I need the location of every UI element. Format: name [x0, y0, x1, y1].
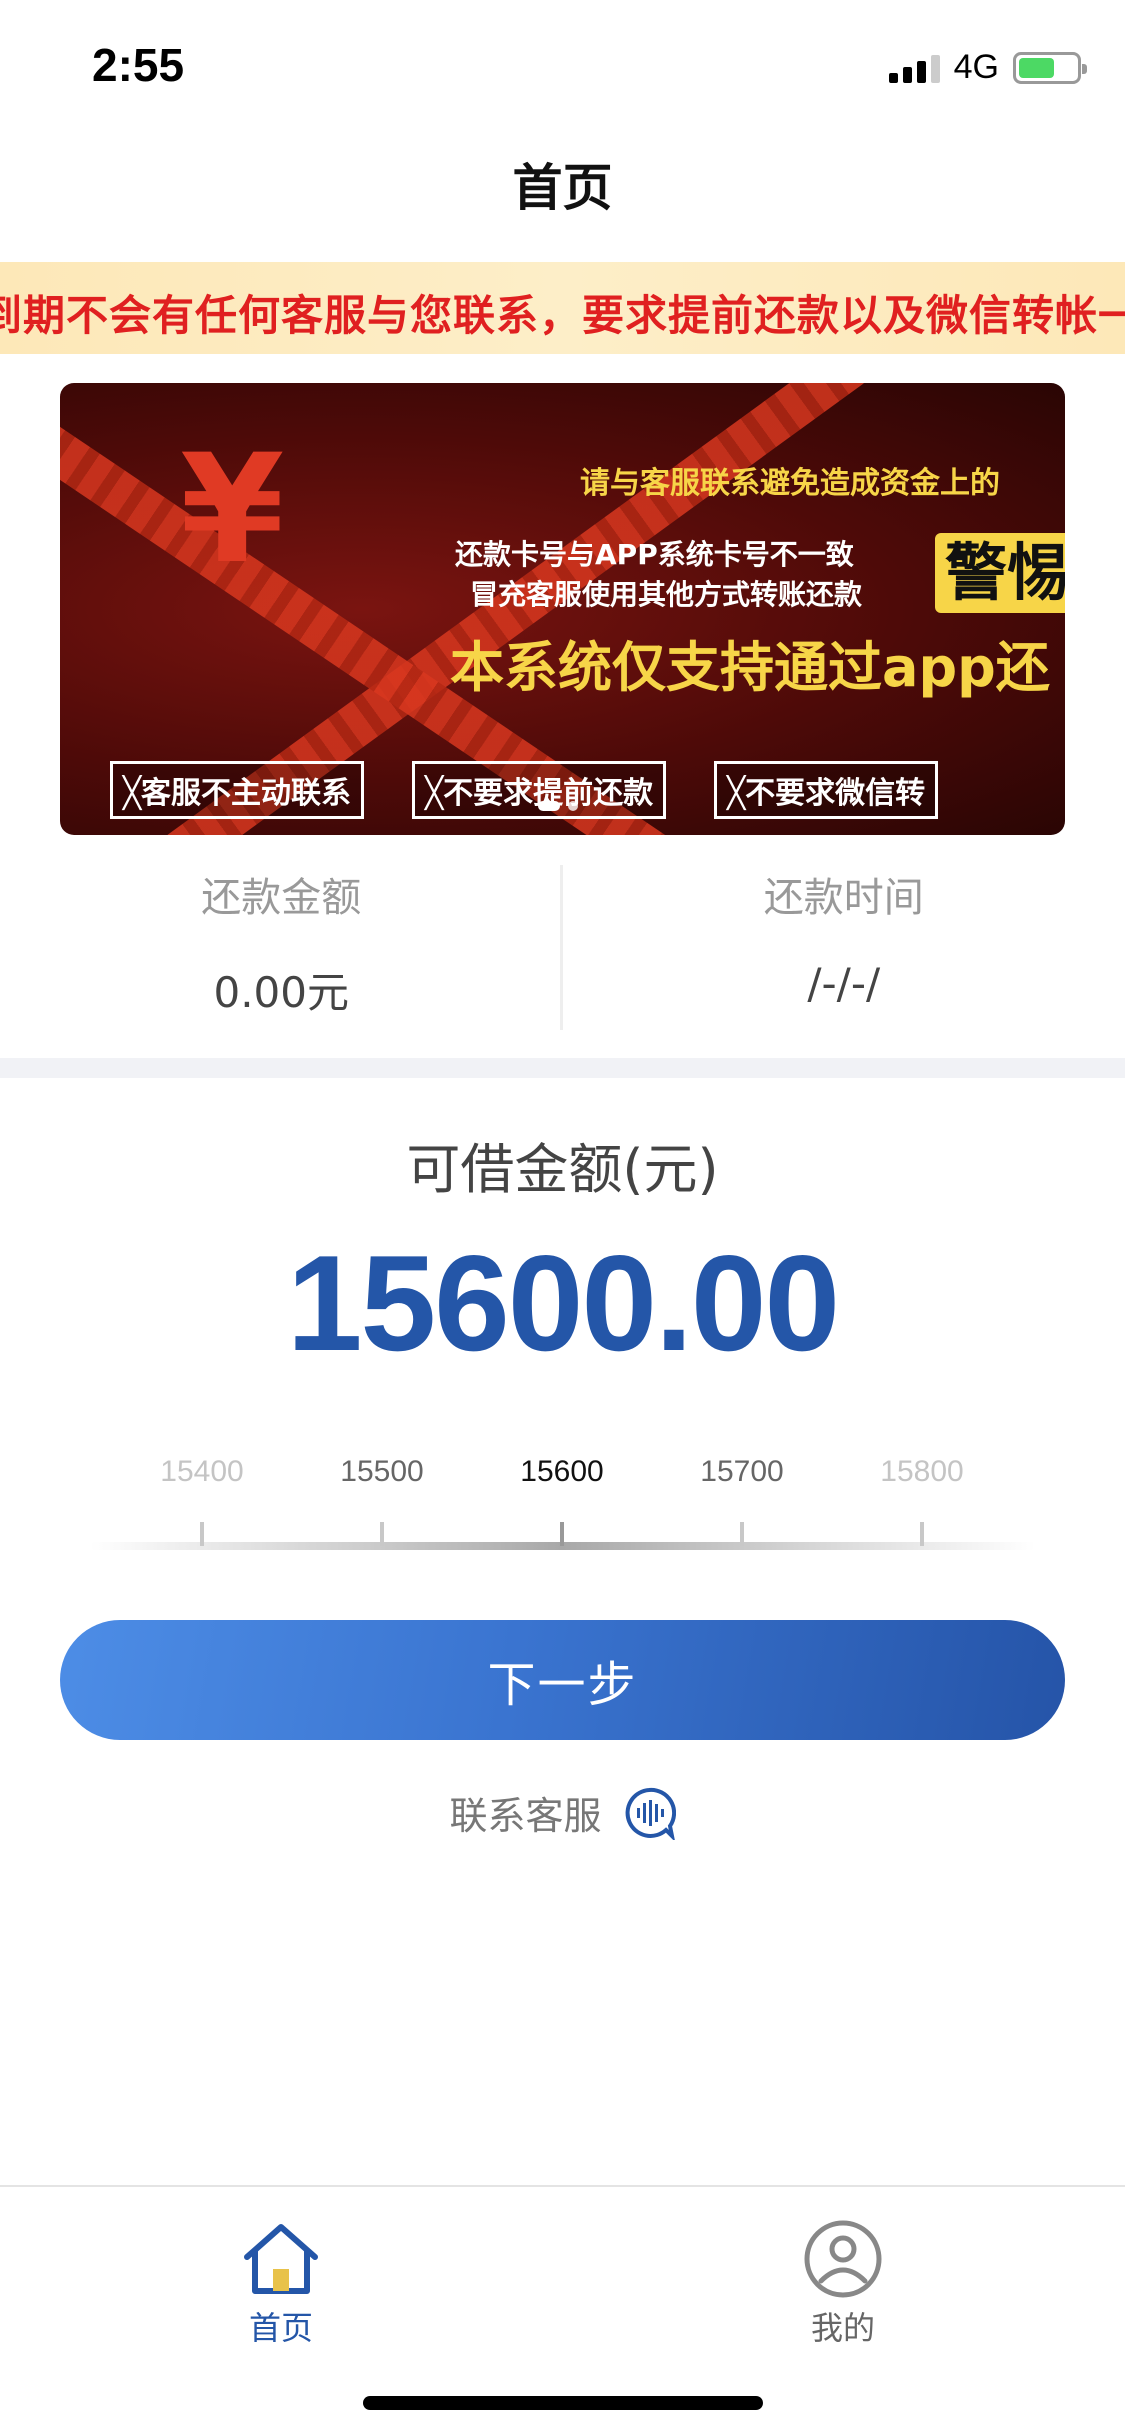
user-icon [804, 2220, 882, 2298]
borrow-amount-label: 可借金额(元) [406, 1138, 719, 1201]
contact-service-label: 联系客服 [449, 1794, 602, 1838]
ruler-label[interactable]: 15800 [832, 1455, 1012, 1489]
home-indicator [363, 2396, 763, 2410]
banner-text-line3: 冒充客服使用其他方式转账还款 [470, 578, 863, 611]
contact-service-link[interactable]: 联系客服 [0, 1785, 1125, 1840]
section-divider [0, 1058, 1125, 1078]
next-step-button[interactable]: 下一步 [60, 1620, 1065, 1740]
banner-main-text: 本系统仅支持通过app还 [450, 636, 1050, 699]
notice-text: 到期不会有任何客服与您联系，要求提前还款以及微信转帐一 [0, 291, 1125, 340]
ruler-tick [560, 1522, 564, 1546]
repay-amount: 还款金额 0.00元 [0, 855, 563, 1030]
ruler-tick [380, 1522, 384, 1546]
banner-tag: ╳不要求微信转 [714, 761, 939, 819]
ruler-label[interactable]: 15400 [112, 1455, 292, 1489]
ruler-label[interactable]: 15500 [292, 1455, 472, 1489]
borrow-amount-value: 15600.00 [286, 1227, 840, 1379]
home-icon [244, 2224, 318, 2294]
repay-time-label: 还款时间 [763, 875, 924, 921]
banner-text-line2: 还款卡号与APP系统卡号不一致 [455, 538, 854, 571]
voice-chat-icon [625, 1787, 676, 1840]
signal-icon [888, 53, 940, 83]
ruler-label[interactable]: 15600 [472, 1455, 652, 1489]
repay-time: 还款时间 /-/-/ [563, 855, 1125, 1030]
banner-warning: 警惕 [935, 533, 1065, 613]
carousel-dot-active[interactable] [538, 801, 560, 811]
amount-ruler-labels[interactable]: 15400 15500 15600 15700 15800 [0, 1455, 1125, 1505]
status-indicators: 4G [888, 48, 1087, 87]
carousel-dot[interactable] [568, 801, 578, 811]
notice-marquee: 到期不会有任何客服与您联系，要求提前还款以及微信转帐一 [0, 262, 1125, 354]
banner-text-line1: 请与客服联系避免造成资金上的 [580, 466, 1000, 501]
network-type: 4G [953, 48, 999, 86]
repay-amount-value: 0.00元 [213, 968, 350, 1017]
page-title: 首页 [512, 159, 613, 217]
ruler-tick [740, 1522, 744, 1546]
banner-tag: ╳客服不主动联系 [110, 761, 365, 819]
tab-mine-label: 我的 [810, 2309, 875, 2347]
repay-time-value: /-/-/ [807, 959, 881, 1008]
repay-amount-label: 还款金额 [201, 875, 362, 921]
carousel-dots [538, 801, 578, 811]
tab-home-label: 首页 [248, 2309, 313, 2347]
ruler-label[interactable]: 15700 [652, 1455, 832, 1489]
yen-icon: ¥ [180, 423, 285, 597]
tab-mine[interactable]: 我的 [743, 2217, 943, 2349]
battery-icon [1013, 51, 1087, 84]
banner-tags: ╳客服不主动联系 ╳不要求提前还款 ╳不要求微信转 [110, 761, 939, 819]
ruler-tick [920, 1522, 924, 1546]
repayment-summary: 还款金额 0.00元 还款时间 /-/-/ [0, 855, 1125, 1030]
ruler-tick [200, 1522, 204, 1546]
status-time: 2:55 [92, 39, 185, 91]
divider [560, 865, 563, 1030]
tab-home[interactable]: 首页 [181, 2217, 381, 2349]
banner-carousel[interactable]: ¥ 请与客服联系避免造成资金上的 还款卡号与APP系统卡号不一致 冒充客服使用其… [60, 383, 1065, 835]
status-bar: 2:55 4G [0, 0, 1125, 135]
